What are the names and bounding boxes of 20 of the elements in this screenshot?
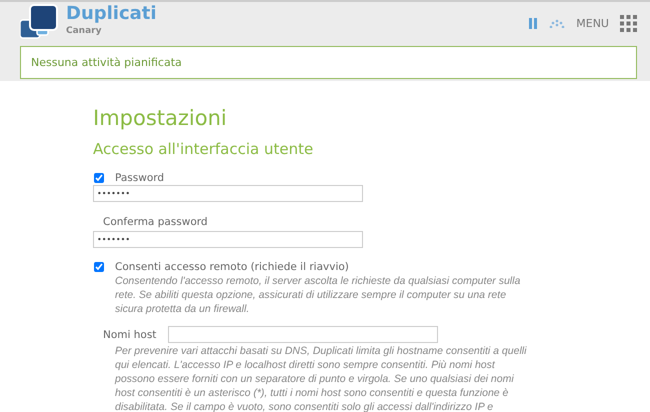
apps-grid-icon[interactable] xyxy=(620,15,637,32)
section-title: Accesso all'interfaccia utente xyxy=(93,139,314,159)
pause-button[interactable] xyxy=(529,18,538,29)
page-title: Impostazioni xyxy=(93,105,228,131)
logo-icon xyxy=(20,4,58,40)
checkbox-label: Consenti accesso remoto (richiede il riavvio) xyxy=(115,261,349,273)
description-text: Consentendo l'accesso remoto, il server ascolta le richieste da qualsiasi computer sulla rete. Se abiliti questa opzione, assicurati di utilizzare sempre il computer su una rete sicura protetta da un firewall. xyxy=(115,274,522,316)
field-label: Nomi host xyxy=(103,328,156,340)
app-subtitle: Canary xyxy=(66,25,102,37)
checkbox[interactable] xyxy=(94,262,104,272)
app-title: Duplicati xyxy=(66,3,157,25)
input-field[interactable] xyxy=(168,326,438,343)
description-text: Per prevenire vari attacchi basati su DNS, Duplicati limita gli hostname consentiti a quelli qui elencati. L'accesso IP e localhost diretti sono sempre consentiti. Più nomi host possono essere forniti con un separatore di punto e virgola. Se uno qualsiasi dei nomi host consentiti è un asterisco (*), tutti i nomi host sono consentiti e questa funzione è disabilitata. Se il campo è vuoto, sono consentiti solo gli accessi dall'indirizzo IP e xyxy=(115,344,528,412)
checkbox[interactable] xyxy=(94,173,104,183)
field-label: Conferma password xyxy=(103,216,209,229)
field-label: Password xyxy=(115,172,164,184)
input-field[interactable]: ••••••• xyxy=(93,231,363,248)
input-field[interactable]: ••••••• xyxy=(93,185,363,202)
status-banner: Nessuna attività pianificata xyxy=(20,46,637,79)
menu-button[interactable]: MENU xyxy=(576,17,609,30)
